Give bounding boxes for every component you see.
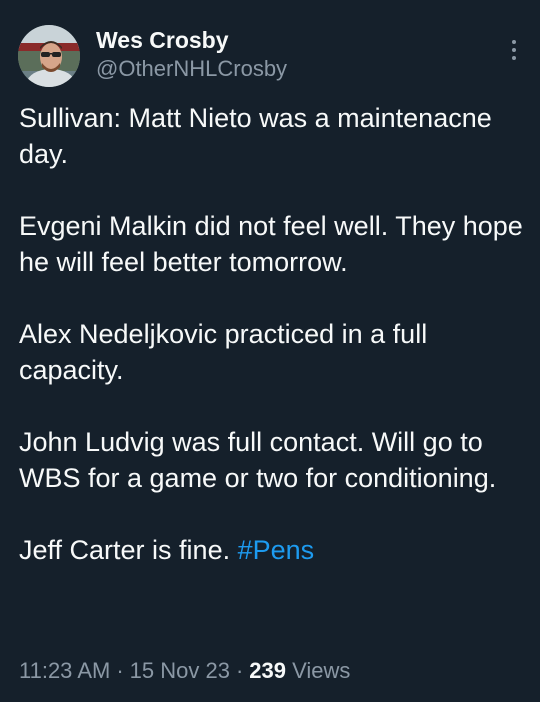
tweet-paragraph: Evgeni Malkin did not feel well. They ho…	[19, 211, 523, 277]
tweet-paragraph-last: Jeff Carter is fine. #Pens	[19, 532, 524, 568]
more-options-button[interactable]	[500, 36, 528, 64]
author-display-name[interactable]: Wes Crosby	[96, 26, 287, 54]
author-info: Wes Crosby @OtherNHLCrosby	[96, 26, 287, 84]
author-handle[interactable]: @OtherNHLCrosby	[96, 54, 287, 84]
tweet-paragraph: Alex Nedeljkovic practiced in a full cap…	[19, 319, 428, 385]
tweet-time[interactable]: 11:23 AM	[19, 658, 110, 683]
tweet-card: Wes Crosby @OtherNHLCrosby Sullivan: Mat…	[0, 0, 540, 702]
tweet-paragraph: Sullivan: Matt Nieto was a maintenacne d…	[19, 103, 492, 169]
avatar-image	[18, 25, 80, 87]
views-label: Views	[286, 658, 351, 683]
avatar[interactable]	[18, 25, 80, 87]
hashtag-link[interactable]: #Pens	[238, 535, 315, 565]
more-vertical-icon	[512, 40, 516, 44]
tweet-paragraph: John Ludvig was full contact. Will go to…	[19, 427, 497, 493]
tweet-meta: 11:23 AM · 15 Nov 23 · 239 Views	[19, 656, 350, 686]
tweet-date[interactable]: 15 Nov 23	[130, 658, 230, 683]
meta-separator: ·	[235, 658, 244, 683]
tweet-last-line-text: Jeff Carter is fine.	[19, 535, 238, 565]
tweet-text: Sullivan: Matt Nieto was a maintenacne d…	[19, 100, 524, 604]
meta-separator: ·	[116, 658, 124, 683]
views-count[interactable]: 239	[249, 658, 286, 683]
